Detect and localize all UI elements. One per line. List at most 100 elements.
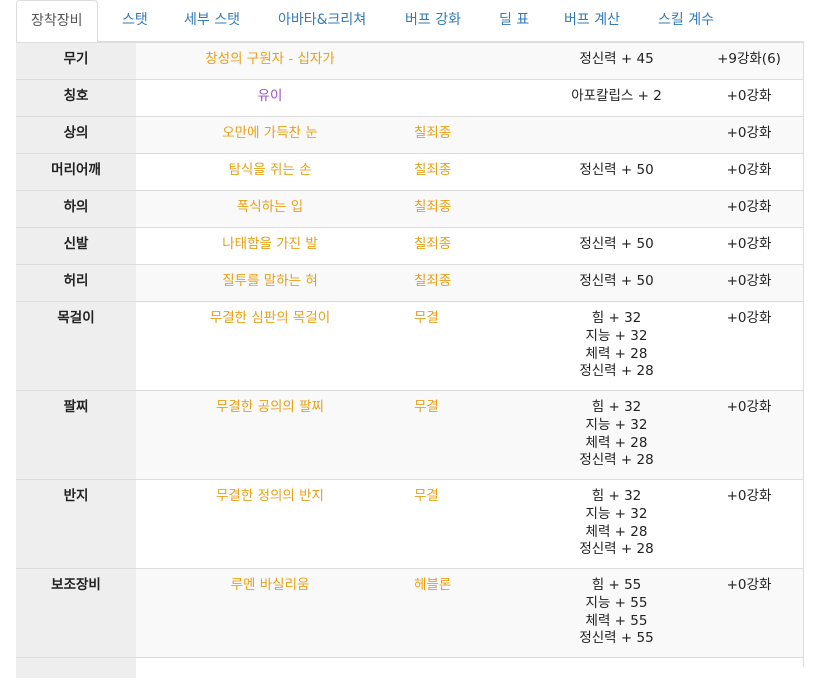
item-name-cell: 무결한 공의의 팔찌	[136, 390, 404, 480]
enhance-cell: +0강화	[694, 264, 804, 302]
slot-cell: 무기	[16, 42, 136, 80]
stat-line: 정신력 + 28	[579, 541, 654, 558]
stat-line: 아포칼립스 + 2	[571, 88, 662, 104]
tab-equipped-gear[interactable]: 장착장비	[16, 0, 98, 43]
table-row: 머리어깨 탐식을 쥐는 손 칠죄종 정신력 + 50 +0강화	[16, 153, 804, 191]
table-row: 하의 폭식하는 입 칠죄종 +0강화	[16, 190, 804, 228]
table-row: 허리 질투를 말하는 혀 칠죄종 정신력 + 50 +0강화	[16, 264, 804, 302]
stat-line: 정신력 + 28	[579, 363, 654, 380]
set-name-cell: 무결	[404, 301, 539, 391]
empty-cell	[16, 657, 136, 678]
table-border	[803, 42, 804, 667]
slot-cell: 하의	[16, 190, 136, 228]
slot-cell: 칭호	[16, 79, 136, 117]
stats-cell: 힘 + 32 지능 + 32 체력 + 28 정신력 + 28	[539, 301, 694, 391]
set-name-cell: 칠죄종	[404, 227, 539, 265]
set-name-cell: 칠죄종	[404, 264, 539, 302]
enhance-cell: +0강화	[694, 301, 804, 391]
stat-line: 힘 + 32	[591, 310, 642, 326]
item-name-cell: 질투를 말하는 혀	[136, 264, 404, 302]
stats-cell: 정신력 + 50	[539, 153, 694, 191]
table-row: 신발 나태함을 가진 발 칠죄종 정신력 + 50 +0강화	[16, 227, 804, 265]
item-name-cell: 탐식을 쥐는 손	[136, 153, 404, 191]
enhance-cell: +0강화	[694, 390, 804, 480]
empty-cell	[136, 657, 404, 678]
set-name-cell: 칠죄종	[404, 190, 539, 228]
stat-line: 지능 + 32	[585, 505, 648, 522]
enhance-cell: +9강화(6)	[694, 42, 804, 80]
set-name-cell: 무결	[404, 479, 539, 569]
empty-cell	[694, 657, 804, 678]
table-row: 보조장비 루멘 바실리움 헤블론 힘 + 55 지능 + 55 체력 + 55 정신력 + …	[16, 568, 804, 658]
stat-line: 정신력 + 50	[579, 236, 654, 252]
slot-cell: 허리	[16, 264, 136, 302]
table-row: 무기 창성의 구원자 - 십자가 정신력 + 45 +9강화(6)	[16, 42, 804, 80]
tab-buff-enhance[interactable]: 버프 강화	[405, 0, 461, 42]
stats-cell	[539, 116, 694, 154]
stat-line: 지능 + 32	[585, 327, 648, 344]
item-name-cell: 오만에 가득찬 눈	[136, 116, 404, 154]
item-name-cell: 루멘 바실리움	[136, 568, 404, 658]
item-name-cell: 무결한 심판의 목걸이	[136, 301, 404, 391]
empty-cell	[539, 657, 694, 678]
stats-cell: 힘 + 32 지능 + 32 체력 + 28 정신력 + 28	[539, 479, 694, 569]
stats-cell: 힘 + 32 지능 + 32 체력 + 28 정신력 + 28	[539, 390, 694, 480]
set-name-cell: 헤블론	[404, 568, 539, 658]
stat-line: 정신력 + 50	[579, 162, 654, 178]
tab-bar: 장착장비 스탯 세부 스탯 아바타&크리쳐 버프 강화 딜 표 버프 계산 스킬…	[16, 0, 804, 43]
stats-cell: 정신력 + 50	[539, 227, 694, 265]
tab-damage-table[interactable]: 딜 표	[499, 0, 529, 42]
enhance-cell: +0강화	[694, 227, 804, 265]
stat-line: 체력 + 28	[585, 434, 648, 451]
stat-line: 지능 + 55	[585, 594, 648, 611]
empty-cell	[404, 657, 539, 678]
tab-buff-calc[interactable]: 버프 계산	[564, 0, 620, 42]
equipment-table: 무기 창성의 구원자 - 십자가 정신력 + 45 +9강화(6) 칭호 유이 아포칼립스 …	[16, 42, 804, 678]
set-name-cell	[404, 42, 539, 80]
slot-cell: 팔찌	[16, 390, 136, 480]
enhance-cell: +0강화	[694, 479, 804, 569]
stats-cell: 힘 + 55 지능 + 55 체력 + 55 정신력 + 55	[539, 568, 694, 658]
set-name-cell: 칠죄종	[404, 116, 539, 154]
table-row: 팔찌 무결한 공의의 팔찌 무결 힘 + 32 지능 + 32 체력 + 28 정신력 + …	[16, 390, 804, 480]
set-name-cell: 칠죄종	[404, 153, 539, 191]
table-row: 목걸이 무결한 심판의 목걸이 무결 힘 + 32 지능 + 32 체력 + 28 정신력 …	[16, 301, 804, 391]
item-name-cell: 폭식하는 입	[136, 190, 404, 228]
item-name-cell: 유이	[136, 79, 404, 117]
slot-cell: 반지	[16, 479, 136, 569]
stat-line: 지능 + 32	[585, 416, 648, 433]
tab-stats[interactable]: 스탯	[122, 0, 148, 42]
table-row: 반지 무결한 정의의 반지 무결 힘 + 32 지능 + 32 체력 + 28 정신력 + …	[16, 479, 804, 569]
stat-line: 체력 + 55	[585, 612, 648, 629]
tab-detailed-stats[interactable]: 세부 스탯	[184, 0, 240, 42]
stats-cell: 정신력 + 45	[539, 42, 694, 80]
table-row: 칭호 유이 아포칼립스 + 2 +0강화	[16, 79, 804, 117]
enhance-cell: +0강화	[694, 79, 804, 117]
item-name-cell: 무결한 정의의 반지	[136, 479, 404, 569]
enhance-cell: +0강화	[694, 116, 804, 154]
stat-line: 힘 + 55	[591, 577, 642, 593]
slot-cell: 신발	[16, 227, 136, 265]
enhance-cell: +0강화	[694, 568, 804, 658]
slot-cell: 상의	[16, 116, 136, 154]
tab-avatar-creature[interactable]: 아바타&크리쳐	[278, 0, 366, 42]
slot-cell: 보조장비	[16, 568, 136, 658]
stat-line: 정신력 + 28	[579, 452, 654, 469]
stat-line: 정신력 + 50	[579, 273, 654, 289]
enhance-cell: +0강화	[694, 190, 804, 228]
stat-line: 힘 + 32	[591, 399, 642, 415]
item-name-cell: 창성의 구원자 - 십자가	[136, 42, 404, 80]
slot-cell: 머리어깨	[16, 153, 136, 191]
slot-cell: 목걸이	[16, 301, 136, 391]
stat-line: 정신력 + 55	[579, 630, 654, 647]
stats-cell	[539, 190, 694, 228]
stat-line: 정신력 + 45	[579, 51, 654, 67]
stat-line: 체력 + 28	[585, 345, 648, 362]
set-name-cell: 무결	[404, 390, 539, 480]
stat-line: 체력 + 28	[585, 523, 648, 540]
tab-skill-coefficient[interactable]: 스킬 계수	[658, 0, 714, 42]
table-row	[16, 657, 804, 678]
stats-cell: 아포칼립스 + 2	[539, 79, 694, 117]
item-name-cell: 나태함을 가진 발	[136, 227, 404, 265]
stat-line: 힘 + 32	[591, 488, 642, 504]
